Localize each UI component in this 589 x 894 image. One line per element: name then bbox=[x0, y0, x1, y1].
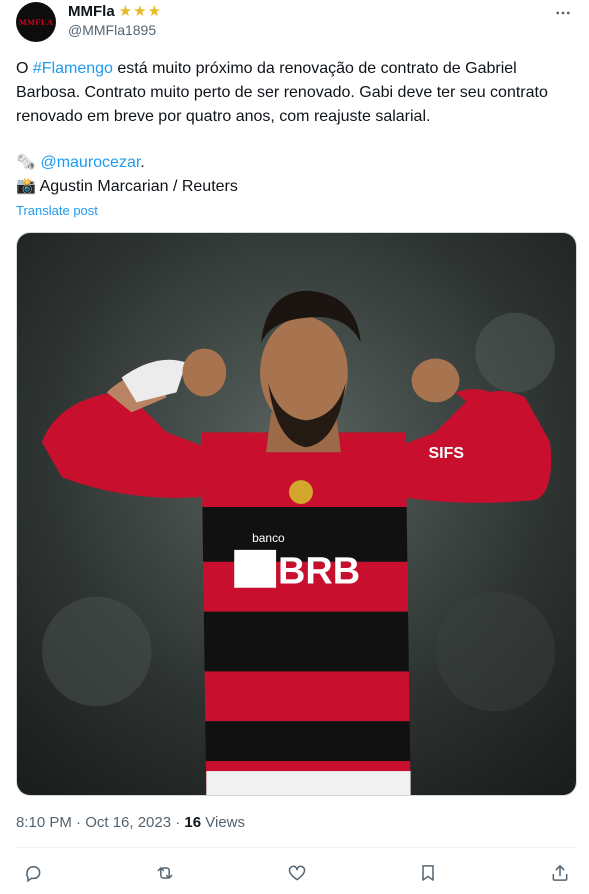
credit-line: 📸 Agustin Marcarian / Reuters bbox=[16, 175, 238, 199]
reply-icon bbox=[26, 866, 41, 883]
views-label: Views bbox=[201, 814, 246, 831]
jersey-sponsor: BRB bbox=[278, 551, 360, 593]
retweet-button[interactable] bbox=[148, 858, 182, 888]
bookmark-button[interactable] bbox=[411, 858, 445, 888]
post-text: O #Flamengo está muito próximo da renova… bbox=[16, 57, 576, 129]
avatar[interactable]: MMFLA bbox=[16, 2, 56, 42]
hashtag-link[interactable]: #Flamengo bbox=[33, 60, 113, 77]
post-header: MMFLA MMFla ★★★ @MMFla1895 bbox=[16, 0, 576, 46]
author-name[interactable]: MMFla bbox=[68, 3, 115, 20]
camera-icon: 📸 bbox=[16, 178, 36, 195]
avatar-text: MMFLA bbox=[18, 17, 54, 27]
translate-post-link[interactable]: Translate post bbox=[16, 203, 98, 218]
more-icon bbox=[556, 11, 570, 15]
author-name-row: MMFla ★★★ bbox=[68, 2, 163, 21]
share-icon bbox=[552, 865, 568, 881]
source-period: . bbox=[140, 154, 145, 171]
photo-credit: Agustin Marcarian / Reuters bbox=[39, 178, 238, 195]
views-count: 16 bbox=[184, 814, 202, 831]
post-text-start: O bbox=[16, 60, 33, 77]
sleeve-sponsor: SIFS bbox=[429, 445, 464, 462]
reply-button[interactable] bbox=[16, 858, 50, 888]
post-photo[interactable]: banco BRB SIFS bbox=[16, 232, 577, 796]
retweet-icon bbox=[157, 867, 173, 879]
timestamp[interactable]: 8:10 PM · Oct 16, 2023 · bbox=[16, 814, 184, 831]
player-photo: banco BRB SIFS bbox=[17, 233, 576, 795]
post-meta: 8:10 PM · Oct 16, 2023 · 16 Views bbox=[16, 814, 245, 831]
source-line: 🗞️ @maurocezar. bbox=[16, 151, 145, 175]
more-options-button[interactable] bbox=[550, 2, 576, 24]
newspaper-icon: 🗞️ bbox=[16, 154, 36, 171]
author-handle[interactable]: @MMFla1895 bbox=[68, 22, 156, 38]
like-icon bbox=[288, 865, 305, 881]
like-button[interactable] bbox=[280, 858, 314, 888]
stars-badge: ★★★ bbox=[118, 3, 163, 20]
share-button[interactable] bbox=[543, 858, 577, 888]
divider bbox=[16, 847, 577, 848]
mention-link[interactable]: @maurocezar bbox=[40, 154, 140, 171]
action-bar bbox=[16, 858, 577, 888]
jersey-sponsor-top: banco bbox=[252, 531, 285, 545]
bookmark-icon bbox=[422, 865, 434, 881]
